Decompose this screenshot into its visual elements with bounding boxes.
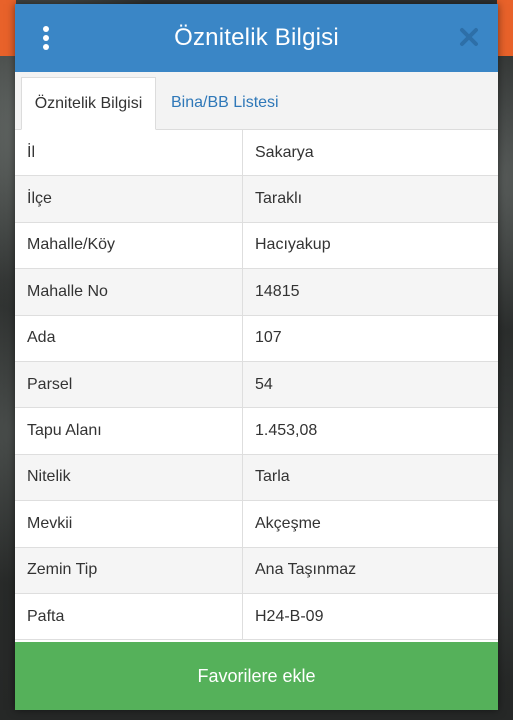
- table-row: Zemin Tip Ana Taşınmaz: [15, 547, 498, 594]
- dialog-header: Öznitelik Bilgisi: [15, 4, 498, 72]
- attribute-value: Sakarya: [243, 130, 498, 176]
- attribute-value: Tarla: [243, 454, 498, 501]
- attribute-key: Zemin Tip: [15, 547, 243, 593]
- table-row: Mahalle No 14815: [15, 269, 498, 316]
- map-toolbar-edge-left: [0, 0, 16, 56]
- add-to-favorites-button[interactable]: Favorilere ekle: [15, 642, 498, 710]
- attribute-key: Mahalle/Köy: [15, 222, 243, 269]
- table-row: Nitelik Tarla: [15, 454, 498, 502]
- attribute-key: Mevkii: [15, 501, 243, 547]
- attribute-value: 54: [243, 361, 498, 408]
- table-row: İlçe Taraklı: [15, 176, 498, 223]
- table-row: İl Sakarya: [15, 130, 498, 177]
- attribute-value: 1.453,08: [243, 408, 498, 454]
- attribute-value: 107: [243, 315, 498, 361]
- tab-bar: Öznitelik Bilgisi Bina/BB Listesi: [15, 72, 498, 130]
- attribute-key: Ada: [15, 315, 243, 361]
- attribute-value: Taraklı: [243, 176, 498, 222]
- attribute-key: Parsel: [15, 361, 243, 408]
- attribute-value: Ana Taşınmaz: [243, 547, 498, 593]
- table-row: Tapu Alanı 1.453,08: [15, 408, 498, 455]
- attribute-key: İl: [15, 130, 243, 176]
- attribute-key: Tapu Alanı: [15, 408, 243, 454]
- attribute-value: 14815: [243, 269, 498, 315]
- attribute-key: İlçe: [15, 176, 243, 222]
- table-row: Mahalle/Köy Hacıyakup: [15, 222, 498, 270]
- attribute-value: Akçeşme: [243, 501, 498, 547]
- table-row: Pafta H24-B-09: [15, 593, 498, 641]
- table-row: Ada 107: [15, 315, 498, 362]
- table-row: Mevkii Akçeşme: [15, 501, 498, 548]
- close-icon[interactable]: [458, 26, 480, 48]
- attribute-table: İl Sakarya İlçe Taraklı Mahalle/Köy Hacı…: [15, 130, 498, 642]
- attribute-value: H24-B-09: [243, 593, 498, 640]
- vertical-dots-icon[interactable]: [41, 26, 51, 52]
- map-toolbar-edge-right: [497, 0, 513, 56]
- attribute-key: Nitelik: [15, 454, 243, 501]
- tab-attribute-info[interactable]: Öznitelik Bilgisi: [21, 77, 156, 130]
- tab-building-list[interactable]: Bina/BB Listesi: [171, 77, 279, 129]
- attribute-info-dialog: Öznitelik Bilgisi Öznitelik Bilgisi Bina…: [15, 4, 498, 710]
- attribute-key: Mahalle No: [15, 269, 243, 315]
- table-row: Parsel 54: [15, 361, 498, 409]
- dialog-title: Öznitelik Bilgisi: [174, 24, 339, 51]
- attribute-key: Pafta: [15, 593, 243, 640]
- attribute-value: Hacıyakup: [243, 222, 498, 269]
